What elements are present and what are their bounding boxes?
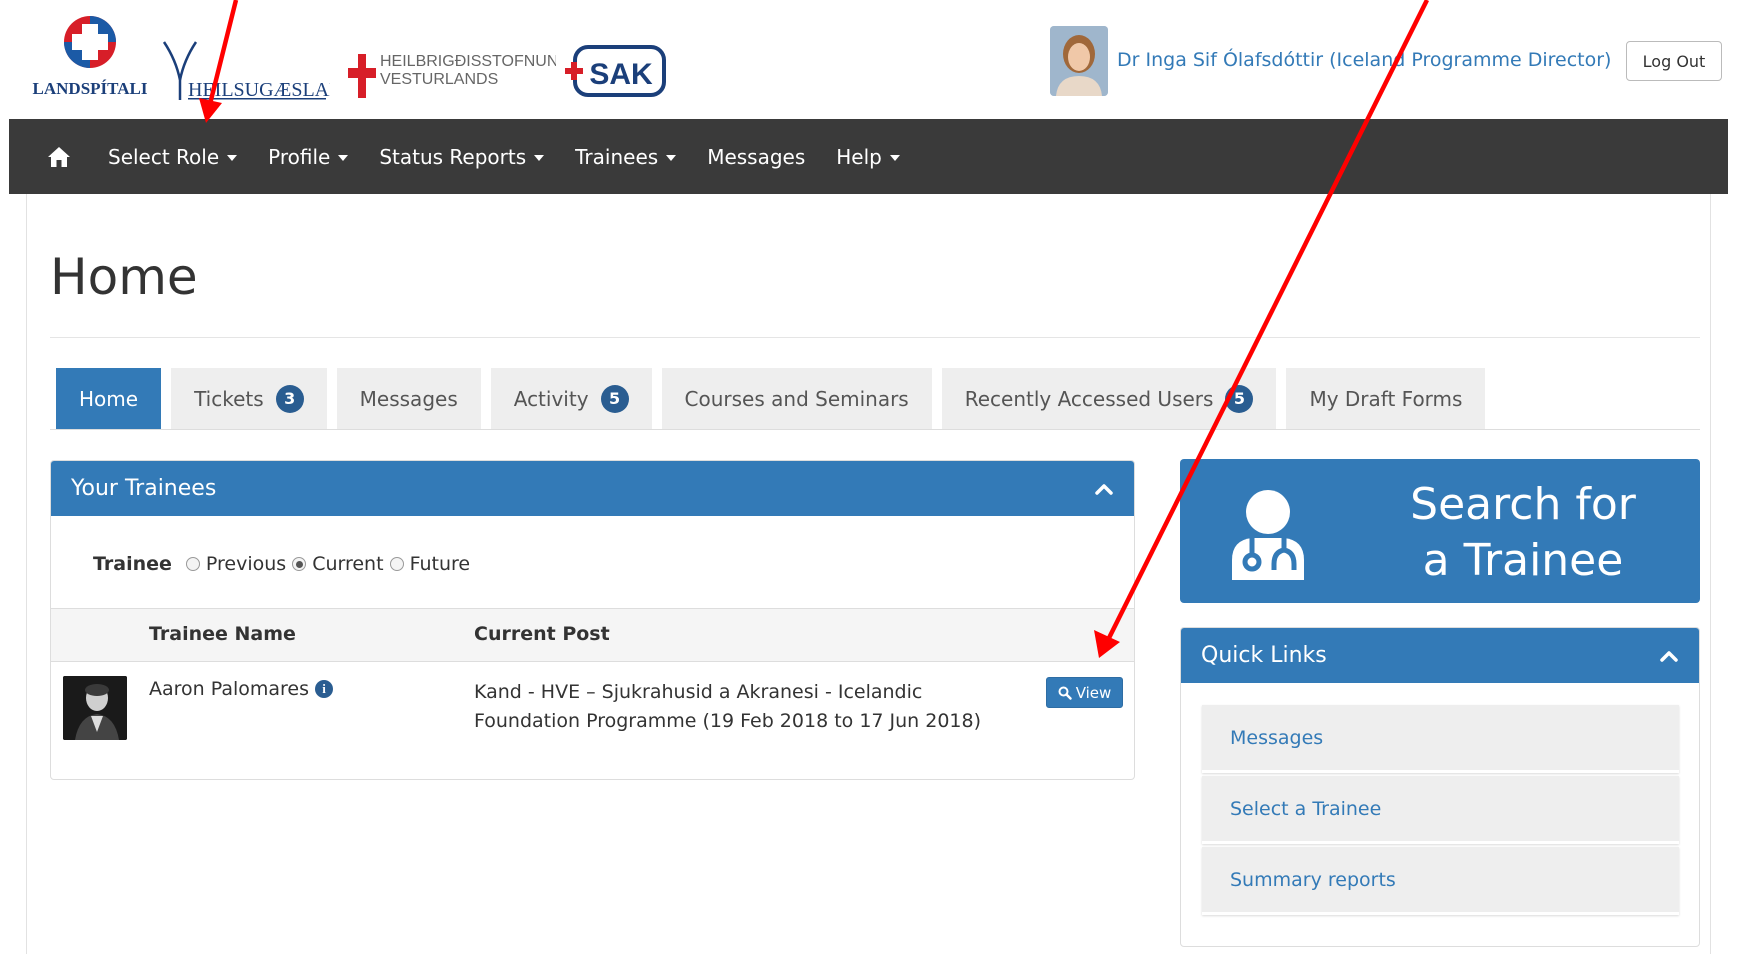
quick-links-panel: Quick Links Messages Select a Trainee Su…	[1180, 627, 1700, 947]
view-trainee-button[interactable]: View	[1046, 677, 1123, 708]
main-navbar: Select Role Profile Status Reports Train…	[9, 119, 1728, 194]
logout-button[interactable]: Log Out	[1626, 41, 1722, 81]
radio-current[interactable]	[292, 557, 307, 571]
your-trainees-panel: Your Trainees Trainee Previous Current F…	[50, 460, 1135, 780]
user-avatar[interactable]	[1050, 26, 1108, 96]
quick-links-list: Messages Select a Trainee Summary report…	[1202, 705, 1679, 918]
view-button-label: View	[1075, 683, 1112, 702]
tab-tickets-label: Tickets	[194, 386, 264, 411]
your-trainees-header[interactable]: Your Trainees	[51, 461, 1134, 516]
chevron-up-icon[interactable]	[1659, 646, 1679, 666]
landspitali-logo-text: LANDSPÍTALI	[33, 79, 148, 98]
radio-future-label: Future	[409, 553, 471, 575]
chevron-up-icon[interactable]	[1094, 479, 1114, 499]
title-divider	[50, 337, 1700, 338]
hve-logo-line1: HEILBRIGÐISSTOFNUN	[380, 53, 556, 70]
tab-recently-accessed-users[interactable]: Recently Accessed Users 5	[941, 368, 1277, 429]
tab-recent-users-label: Recently Accessed Users	[964, 386, 1214, 411]
landspitali-logo[interactable]: LANDSPÍTALI	[26, 14, 154, 102]
caret-down-icon	[227, 154, 238, 161]
nav-profile[interactable]: Profile	[268, 144, 349, 169]
your-trainees-title: Your Trainees	[71, 476, 217, 501]
quick-links-header[interactable]: Quick Links	[1181, 628, 1699, 683]
nav-help[interactable]: Help	[836, 145, 900, 169]
tab-courses-and-seminars[interactable]: Courses and Seminars	[661, 368, 932, 429]
sak-logo[interactable]: SAK	[563, 44, 667, 100]
search-line-1: Search for	[1410, 479, 1636, 530]
search-for-trainee-text: Search for a Trainee	[1388, 477, 1658, 589]
recent-users-count-badge: 5	[1225, 384, 1254, 413]
radio-current-label: Current	[312, 553, 384, 575]
activity-count-badge: 5	[600, 384, 629, 413]
header: LANDSPÍTALI HEILSUGÆSLAN HEILBRIGÐISSTOF…	[0, 0, 1737, 119]
caret-down-icon	[889, 154, 900, 161]
user-name-link[interactable]: Dr Inga Sif Ólafsdóttir (Iceland Program…	[1117, 49, 1611, 71]
trainee-table-header: Trainee Name Current Post	[51, 608, 1134, 662]
tickets-count-badge: 3	[275, 384, 304, 413]
nav-select-role-label: Select Role	[108, 144, 220, 169]
nav-select-role[interactable]: Select Role	[108, 144, 238, 169]
caret-down-icon	[338, 154, 349, 161]
trainee-name-text: Aaron Palomares	[149, 678, 310, 700]
radio-future[interactable]	[389, 557, 404, 571]
radio-previous[interactable]	[185, 557, 200, 571]
tab-messages[interactable]: Messages	[336, 368, 481, 429]
trainee-filter-label: Trainee	[93, 553, 172, 575]
caret-down-icon	[666, 154, 677, 161]
nav-trainees[interactable]: Trainees	[575, 144, 677, 169]
tab-home-label: Home	[79, 386, 139, 411]
hve-logo-line2: VESTURLANDS	[380, 71, 498, 88]
tab-activity-label: Activity	[513, 386, 589, 411]
trainee-current-post: Kand - HVE – Sjukrahusid a Akranesi - Ic…	[474, 681, 982, 732]
heilsugaeslan-logo-text: HEILSUGÆSLAN	[188, 79, 330, 101]
quick-link-messages[interactable]: Messages	[1202, 705, 1679, 773]
tabs-divider	[50, 429, 1700, 430]
doctor-icon	[1228, 484, 1308, 582]
tab-home[interactable]: Home	[56, 368, 162, 429]
nav-help-label: Help	[836, 144, 882, 169]
tab-my-draft-forms[interactable]: My Draft Forms	[1286, 368, 1486, 429]
sak-logo-text: SAK	[589, 58, 653, 91]
hve-logo[interactable]: HEILBRIGÐISSTOFNUN VESTURLANDS	[346, 48, 558, 104]
trainee-avatar[interactable]	[63, 676, 127, 740]
page-title: Home	[50, 248, 198, 306]
column-trainee-name: Trainee Name	[149, 623, 296, 645]
tab-courses-label: Courses and Seminars	[684, 386, 909, 411]
radio-previous-label: Previous	[205, 553, 287, 575]
table-row: Aaron Palomares i Kand - HVE – Sjukrahus…	[51, 662, 1134, 742]
column-current-post: Current Post	[474, 623, 610, 645]
search-icon	[1058, 686, 1072, 700]
heilsugaeslan-logo[interactable]: HEILSUGÆSLAN	[160, 40, 344, 102]
home-icon[interactable]	[47, 142, 77, 172]
tab-activity[interactable]: Activity 5	[490, 368, 652, 429]
tab-messages-label: Messages	[359, 386, 458, 411]
nav-trainees-label: Trainees	[575, 144, 659, 169]
nav-profile-label: Profile	[268, 144, 331, 169]
nav-status-reports-label: Status Reports	[379, 144, 527, 169]
quick-link-select-trainee[interactable]: Select a Trainee	[1202, 776, 1679, 844]
nav-messages[interactable]: Messages	[707, 145, 805, 169]
tab-draft-forms-label: My Draft Forms	[1309, 386, 1463, 411]
trainee-filter: Trainee Previous Current Future	[93, 553, 476, 575]
quick-links-title: Quick Links	[1201, 643, 1327, 668]
caret-down-icon	[534, 154, 545, 161]
tab-tickets[interactable]: Tickets 3	[171, 368, 327, 429]
search-line-2: a Trainee	[1422, 535, 1624, 586]
trainee-name[interactable]: Aaron Palomares i	[149, 678, 334, 700]
quick-link-summary-reports[interactable]: Summary reports	[1202, 847, 1679, 915]
nav-status-reports[interactable]: Status Reports	[379, 144, 545, 169]
home-tabs: Home Tickets 3 Messages Activity 5 Courses…	[56, 368, 1495, 429]
nav-messages-label: Messages	[707, 144, 806, 169]
info-icon[interactable]: i	[315, 680, 334, 698]
search-for-trainee-button[interactable]: Search for a Trainee	[1180, 459, 1700, 603]
